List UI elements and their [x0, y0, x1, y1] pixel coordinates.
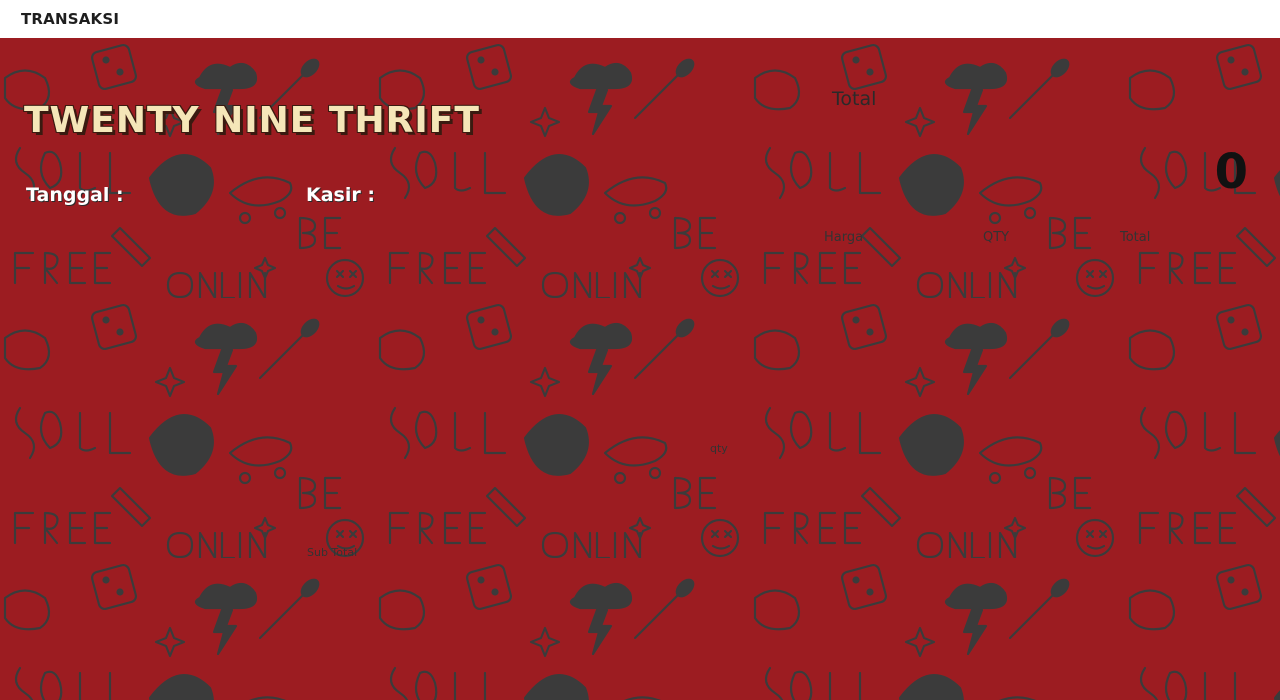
qty-label: qty — [710, 442, 728, 455]
total-amount: 0 — [1214, 144, 1248, 200]
store-brand-title: TWENTY NINE THRIFT — [24, 100, 480, 141]
tanggal-label: Tanggal : — [26, 184, 124, 206]
kasir-label: Kasir : — [306, 184, 375, 206]
page-title: TRANSAKSI — [21, 10, 120, 28]
top-header: TRANSAKSI — [0, 0, 1280, 38]
column-header-harga: Harga — [824, 230, 864, 245]
column-header-qty: QTY — [983, 230, 1010, 245]
total-caption: Total — [832, 88, 877, 110]
column-header-total: Total — [1120, 230, 1151, 245]
subtotal-label: Sub Total — [307, 546, 358, 559]
transaction-panel: TWENTY NINE THRIFT Tanggal : Kasir : Tot… — [0, 38, 1280, 700]
